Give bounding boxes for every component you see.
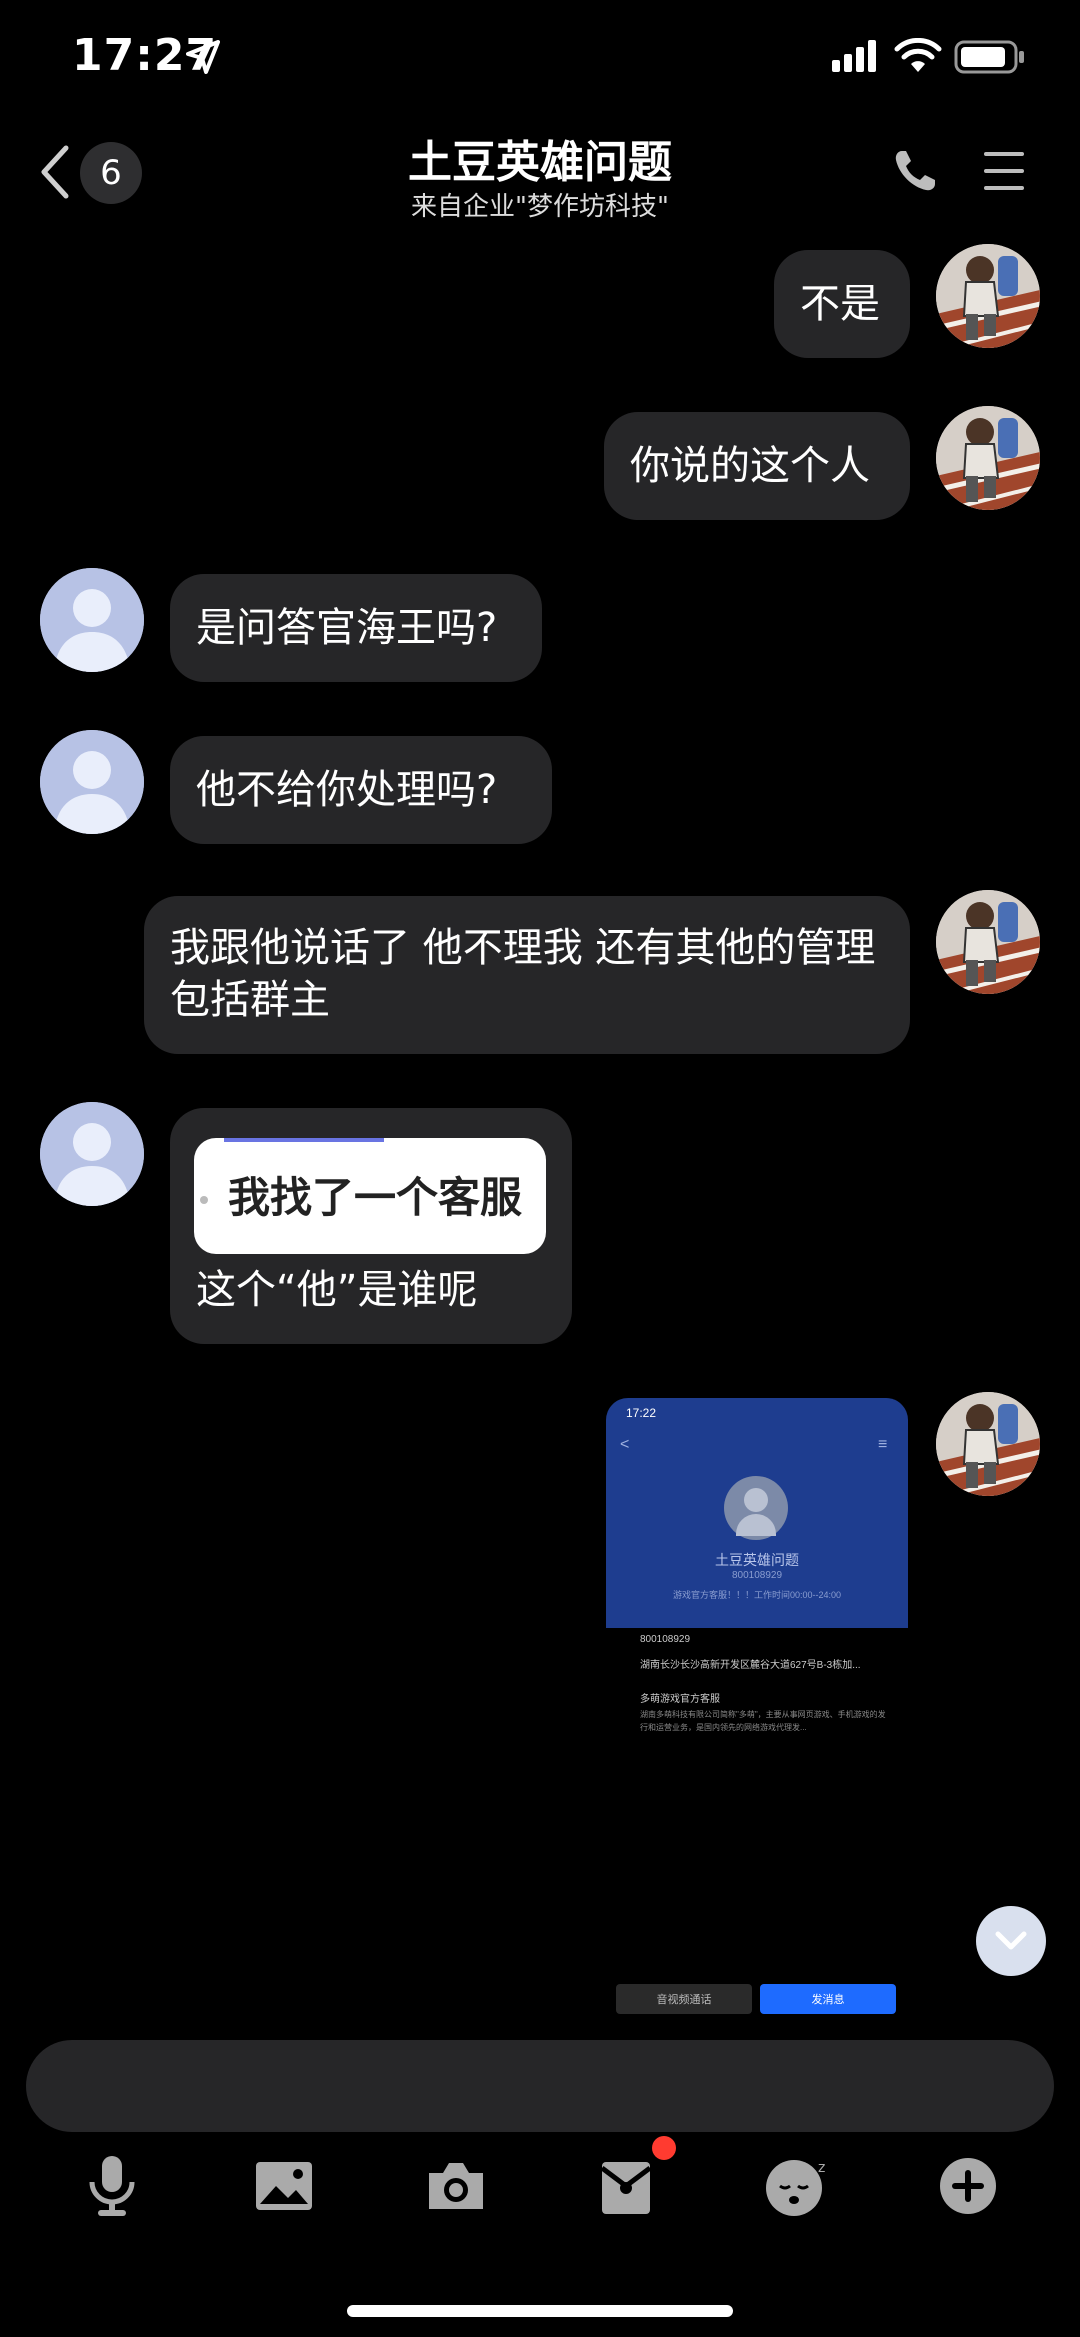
emoji-icon[interactable]: z: [762, 2150, 834, 2222]
message-input[interactable]: [26, 2040, 1054, 2132]
mini-menu-icon: ≡: [878, 1436, 888, 1453]
message-text: 他不给你处理吗?: [196, 767, 498, 813]
my-avatar[interactable]: [936, 244, 1040, 348]
mini-company-desc: 湖南多萌科技有限公司简称"多萌"，主要从事网页游戏、手机游戏的发行和运营业务，是…: [640, 1710, 886, 1732]
message-bubble[interactable]: 不是: [774, 250, 910, 358]
red-packet-icon[interactable]: [590, 2150, 662, 2222]
contact-avatar[interactable]: [40, 1102, 144, 1206]
home-indicator: [347, 2305, 733, 2317]
quoted-image[interactable]: 我找了一个客服: [194, 1138, 546, 1254]
mini-company: 多萌游戏官方客服: [640, 1694, 720, 1705]
quoted-message-bubble[interactable]: 我找了一个客服 这个“他”是谁呢: [170, 1108, 572, 1344]
message-bubble[interactable]: 他不给你处理吗?: [170, 736, 552, 844]
camera-icon[interactable]: [420, 2150, 492, 2222]
message-text: 不是: [800, 281, 880, 327]
mini-profile-name: 土豆英雄问题: [715, 1552, 799, 1568]
mini-profile-desc: 游戏官方客服！！！工作时间00:00--24:00: [672, 1590, 842, 1600]
menu-icon[interactable]: [984, 150, 1024, 192]
message-text: 我跟他说话了 他不理我 还有其他的管理包括群主: [170, 925, 876, 1023]
screenshot-image-message[interactable]: 17:22 < ≡ 土豆英雄问题 800108929 游戏官方客服！！！工作时间…: [606, 1398, 908, 2020]
scroll-to-bottom-button[interactable]: [976, 1906, 1046, 1976]
svg-text:z: z: [818, 2160, 825, 2176]
notification-dot: [652, 2136, 676, 2160]
phone-icon[interactable]: [892, 148, 938, 194]
cellular-signal-icon: [832, 40, 876, 72]
mini-row-address: 湖南长沙长沙高新开发区麓谷大道627号B-3栋加...: [640, 1660, 861, 1671]
my-avatar[interactable]: [936, 890, 1040, 994]
quoted-image-text: 我找了一个客服: [228, 1173, 523, 1222]
mini-profile-id: 800108929: [731, 1570, 783, 1581]
message-bubble[interactable]: 我跟他说话了 他不理我 还有其他的管理包括群主: [144, 896, 910, 1054]
image-icon[interactable]: [248, 2150, 320, 2222]
mini-call-button: 音视频通话: [616, 1984, 752, 2014]
message-text: 是问答官海王吗?: [196, 605, 498, 651]
wifi-icon: [894, 38, 942, 72]
mini-back-icon: <: [620, 1436, 630, 1453]
mini-status-time: 17:22: [626, 1406, 657, 1420]
message-text: 这个“他”是谁呢: [196, 1267, 478, 1313]
plus-icon[interactable]: [932, 2150, 1004, 2222]
contact-avatar[interactable]: [40, 568, 144, 672]
battery-icon: [954, 40, 1024, 74]
quoted-image-dot: [200, 1196, 208, 1204]
mini-row-id: 800108929: [640, 1634, 691, 1645]
mic-icon[interactable]: [76, 2150, 148, 2222]
message-text: 你说的这个人: [630, 443, 870, 489]
mini-message-button: 发消息: [760, 1984, 896, 2014]
my-avatar[interactable]: [936, 1392, 1040, 1496]
contact-avatar[interactable]: [40, 730, 144, 834]
mini-avatar: [724, 1476, 788, 1540]
chevron-down-icon: [995, 1931, 1027, 1950]
quoted-image-cutoff-text: [224, 1138, 384, 1142]
location-arrow-icon: [186, 40, 220, 74]
message-bubble[interactable]: 是问答官海王吗?: [170, 574, 542, 682]
my-avatar[interactable]: [936, 406, 1040, 510]
message-bubble[interactable]: 你说的这个人: [604, 412, 910, 520]
